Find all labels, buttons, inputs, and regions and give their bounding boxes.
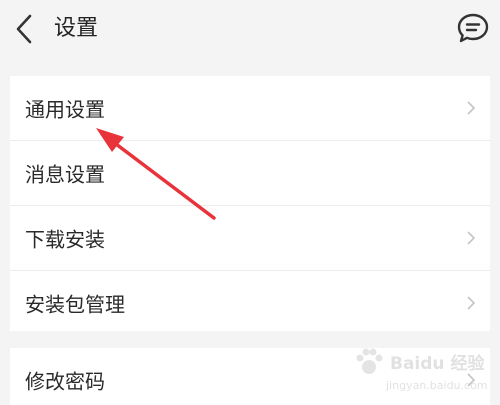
chevron-right-icon — [467, 296, 476, 310]
chevron-right-icon — [467, 373, 476, 387]
settings-list: 通用设置 消息设置 下载安装 安装包管理 — [10, 76, 490, 331]
settings-row-label: 下载安装 — [25, 227, 105, 252]
settings-row-package-manager[interactable]: 安装包管理 — [10, 270, 490, 335]
chevron-left-icon[interactable] — [12, 12, 38, 46]
account-settings-list: 修改密码 — [10, 348, 490, 405]
top-bar: 设置 — [0, 0, 500, 58]
settings-row-label: 消息设置 — [25, 162, 105, 187]
settings-row-label: 修改密码 — [25, 369, 105, 394]
settings-row-label: 通用设置 — [25, 97, 105, 122]
chevron-right-icon — [467, 231, 476, 245]
chevron-right-icon — [467, 101, 476, 115]
page-title: 设置 — [54, 16, 99, 41]
settings-row-label: 安装包管理 — [25, 292, 125, 317]
settings-row-general[interactable]: 通用设置 — [10, 76, 490, 140]
settings-row-download[interactable]: 下载安装 — [10, 205, 490, 270]
chat-bubble-icon[interactable] — [455, 10, 491, 46]
settings-row-change-password[interactable]: 修改密码 — [10, 348, 490, 405]
settings-row-message[interactable]: 消息设置 — [10, 140, 490, 205]
